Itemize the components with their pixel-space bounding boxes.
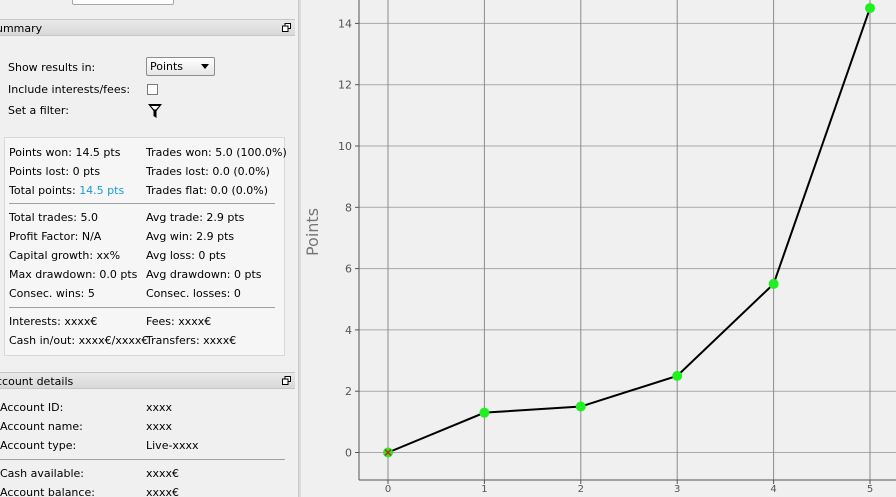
y-tick-label: 8	[345, 201, 352, 214]
y-tick-label: 0	[345, 447, 352, 460]
x-tick-label: 2	[578, 484, 584, 495]
fees: Fees: xxxx€	[146, 315, 212, 328]
interests: Interests: xxxx€	[9, 315, 98, 328]
cash-available-label: Cash available:	[0, 467, 84, 480]
data-point	[768, 278, 779, 289]
consec-wins: Consec. wins: 5	[9, 287, 95, 300]
summary-title: ummary	[0, 22, 43, 35]
consec-losses: Consec. losses: 0	[146, 287, 241, 300]
divider	[0, 459, 285, 460]
max-drawdown: Max drawdown: 0.0 pts	[9, 268, 138, 281]
capital-growth: Capital growth: xx%	[9, 249, 121, 262]
trades-lost: Trades lost: 0.0 (0.0%)	[146, 165, 270, 178]
avg-drawdown: Avg drawdown: 0 pts	[146, 268, 262, 281]
chart-area: 0 2 4 6 8 10 12 14 0 1 2 3 4 5 Points	[301, 0, 896, 497]
y-tick-label: 2	[345, 385, 352, 398]
plot-background	[359, 0, 896, 480]
filter-label: Set a filter:	[8, 104, 69, 117]
transfers: Transfers: xxxx€	[146, 334, 237, 347]
undock-icon[interactable]	[282, 376, 291, 385]
account-type-value: Live-xxxx	[146, 439, 199, 452]
account-details-title: ccount details	[0, 375, 74, 388]
y-tick-label: 6	[345, 263, 352, 276]
trades-flat: Trades flat: 0.0 (0.0%)	[146, 184, 269, 197]
account-balance-label: Account balance:	[0, 486, 95, 497]
account-type-label: Account type:	[0, 439, 77, 452]
avg-trade: Avg trade: 2.9 pts	[146, 211, 245, 224]
data-point	[575, 401, 586, 412]
include-interests-label: Include interests/fees:	[8, 83, 131, 96]
summary-header: ummary	[0, 19, 295, 36]
account-details-header: ccount details	[0, 372, 295, 389]
divider	[9, 307, 275, 308]
show-results-value: Points	[150, 60, 184, 73]
avg-loss: Avg loss: 0 pts	[146, 249, 226, 262]
account-name-label: Account name:	[0, 420, 83, 433]
include-interests-checkbox[interactable]	[147, 84, 158, 95]
total-points-label: Total points:	[9, 184, 80, 197]
cash-available-value: xxxx€	[146, 467, 180, 480]
avg-win: Avg win: 2.9 pts	[146, 230, 235, 243]
show-results-select[interactable]: Points	[146, 57, 215, 76]
y-axis-label: Points	[303, 208, 322, 256]
top-stub-control[interactable]	[72, 0, 174, 5]
account-id-label: Account ID:	[0, 401, 64, 414]
data-point	[865, 3, 875, 14]
profit-factor: Profit Factor: N/A	[9, 230, 102, 243]
account-name-value: xxxx	[146, 420, 173, 433]
y-tick-label: 10	[338, 140, 352, 153]
y-tick-label: 12	[338, 79, 352, 92]
cash-in-out: Cash in/out: xxxx€/xxxx€	[9, 334, 149, 347]
x-tick-label: 0	[385, 484, 391, 495]
total-trades: Total trades: 5.0	[9, 211, 98, 224]
show-results-label: Show results in:	[8, 61, 96, 74]
points-chart: 024681012140 1 2 3 4 5Points	[303, 0, 896, 495]
x-tick-label: 3	[674, 484, 680, 495]
data-point	[479, 407, 490, 418]
y-tick-label: 4	[345, 324, 352, 337]
divider	[9, 203, 275, 204]
y-tick-label: 14	[338, 17, 352, 30]
chevron-down-icon	[201, 64, 209, 69]
points-lost: Points lost: 0 pts	[9, 165, 101, 178]
funnel-icon[interactable]	[147, 103, 163, 119]
x-tick-label: 4	[770, 484, 776, 495]
account-id-value: xxxx	[146, 401, 173, 414]
total-points-value: 14.5 pts	[79, 184, 125, 197]
data-point	[672, 370, 683, 381]
x-tick-label: 1	[481, 484, 487, 495]
total-points: Total points: 14.5 pts	[9, 183, 124, 198]
left-panel: ummary Show results in: Points Include i…	[0, 0, 298, 497]
account-balance-value: xxxx€	[146, 486, 180, 497]
points-won: Points won: 14.5 pts	[9, 146, 121, 159]
trades-won: Trades won: 5.0 (100.0%)	[146, 146, 287, 159]
x-tick-label: 5	[867, 484, 873, 495]
undock-icon[interactable]	[282, 23, 291, 32]
